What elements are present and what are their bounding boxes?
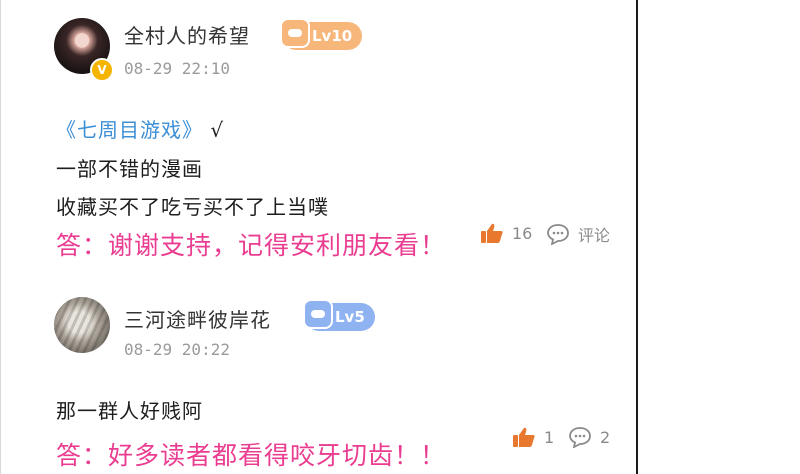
comment-text-line: 那一群人好贱阿	[56, 399, 203, 423]
comment-count: 2	[600, 427, 611, 447]
level-text: Lv5	[335, 308, 365, 326]
username[interactable]: 全村人的希望	[124, 20, 250, 49]
manga-link[interactable]: 《七周目游戏》	[56, 118, 203, 142]
level-badge: Lv5	[303, 299, 375, 331]
author-reply: 答：好多读者都看得咬牙切齿！！	[56, 441, 447, 470]
level-badge: Lv10	[280, 18, 363, 50]
comment-item: V 全村人的希望 Lv10 08-29 22:10 《七周目游戏》 √ 一部不错…	[0, 0, 636, 278]
comment-label: 评论	[578, 226, 611, 245]
thumb-up-icon	[513, 427, 535, 447]
frame-right-edge	[636, 0, 638, 474]
vip-badge-icon: V	[90, 58, 114, 82]
level-badge-icon	[303, 299, 333, 329]
like-count: 16	[512, 223, 533, 243]
chat-bubble-icon	[569, 427, 591, 448]
comment-text-line: 一部不错的漫画	[56, 157, 203, 181]
comment-item: 三河途畔彼岸花 Lv5 08-29 20:22 那一群人好贱阿 答：好多读者都看…	[0, 278, 636, 474]
chat-bubble-icon	[547, 224, 569, 245]
comment-text-line: 收藏买不了吃亏买不了上当噗	[56, 195, 329, 219]
comment-button[interactable]: 评论	[546, 222, 610, 246]
like-button[interactable]: 16	[480, 222, 532, 244]
link-suffix: √	[210, 118, 225, 142]
thumb-up-icon	[481, 223, 503, 243]
author-reply: 答：谢谢支持，记得安利朋友看！	[56, 231, 447, 260]
comment-text-line: 《七周目游戏》 √	[56, 114, 224, 143]
username[interactable]: 三河途畔彼岸花	[124, 304, 271, 333]
comment-date: 08-29 22:10	[124, 59, 230, 78]
comment-date: 08-29 20:22	[124, 340, 230, 359]
like-count: 1	[544, 427, 555, 447]
avatar[interactable]	[54, 297, 110, 353]
comment-button[interactable]: 2	[568, 426, 610, 448]
like-button[interactable]: 1	[512, 426, 554, 448]
level-text: Lv10	[312, 27, 353, 45]
level-badge-icon	[280, 18, 310, 48]
